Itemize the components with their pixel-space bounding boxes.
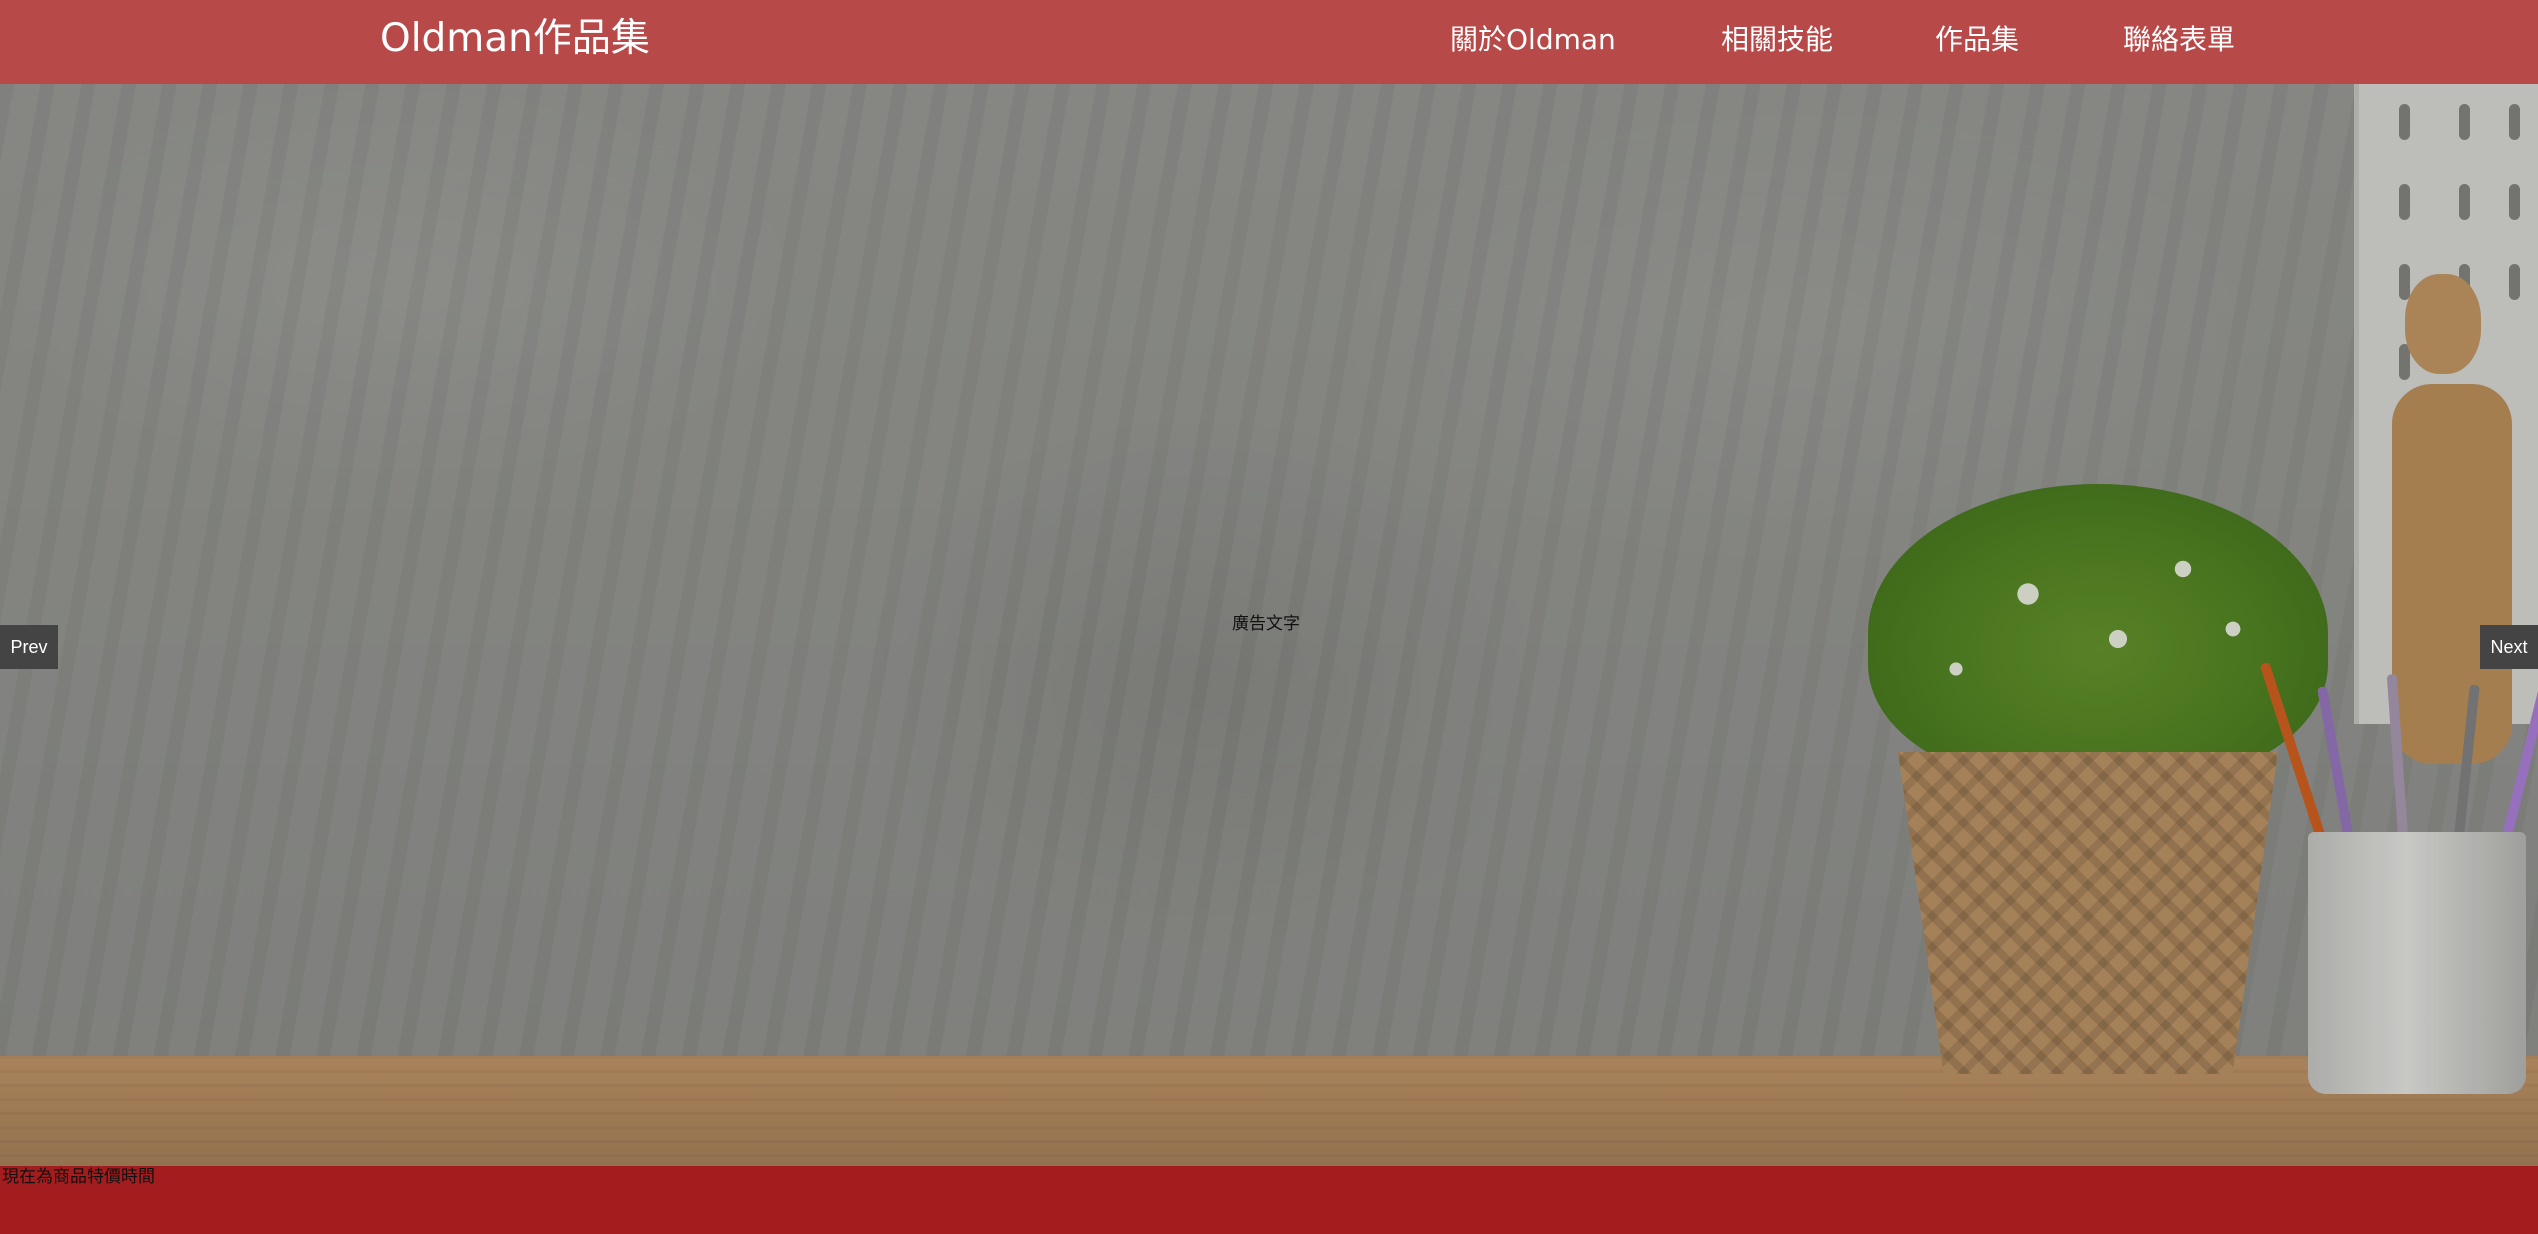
nav-skills[interactable]: 相關技能 (1721, 20, 1833, 60)
site-header: Oldman作品集 關於Oldman 相關技能 作品集 聯絡表單 (0, 0, 2538, 84)
promo-text: 現在為商品特價時間 (2, 1167, 155, 1187)
page: Oldman作品集 關於Oldman 相關技能 作品集 聯絡表單 廣告文字 Pr… (0, 0, 2538, 1234)
slider-next-button[interactable]: Next (2480, 625, 2538, 669)
nav-about[interactable]: 關於Oldman (1450, 20, 1616, 60)
nav-contact-form[interactable]: 聯絡表單 (2123, 20, 2235, 60)
promo-bar: 現在為商品特價時間 (0, 1166, 2538, 1234)
slide-caption: 廣告文字 (1232, 614, 1300, 634)
nav-portfolio[interactable]: 作品集 (1935, 20, 2019, 60)
hero-slider: 廣告文字 Prev Next (0, 84, 2538, 1166)
site-logo-link[interactable]: Oldman作品集 (380, 13, 650, 65)
slider-prev-button[interactable]: Prev (0, 625, 58, 669)
